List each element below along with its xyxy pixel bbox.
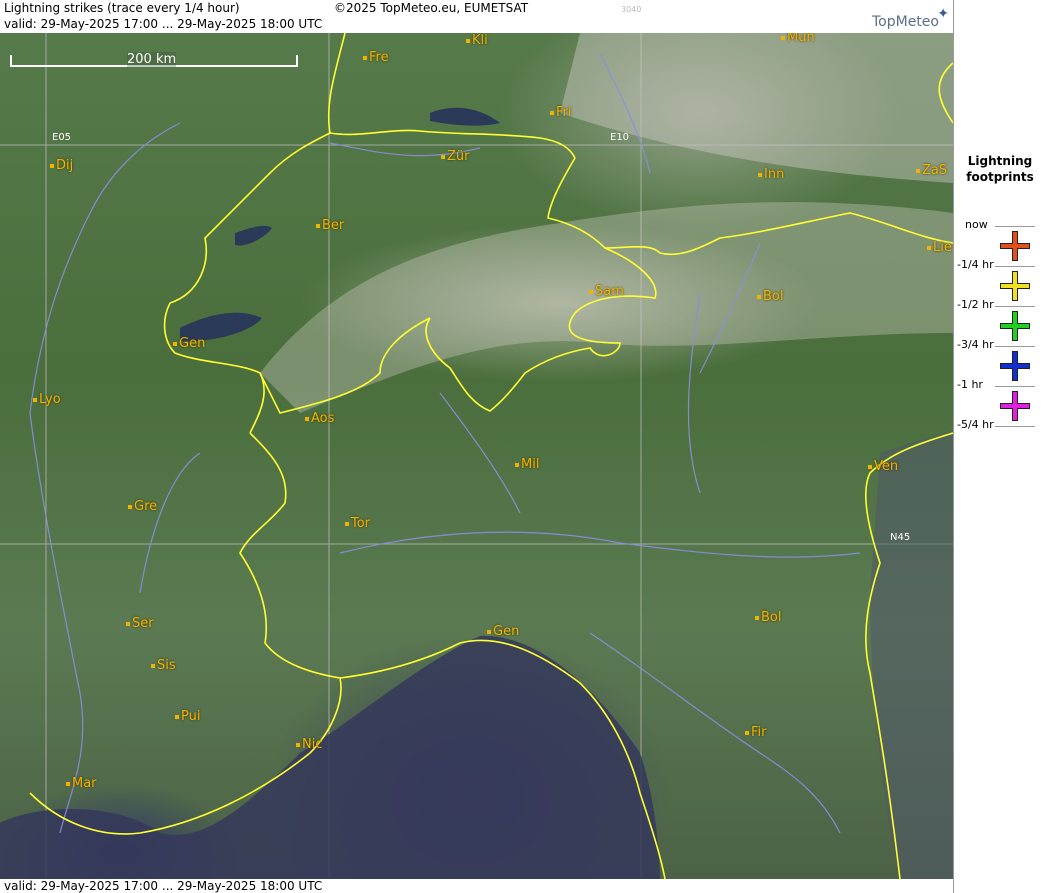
city-label[interactable]: Sis xyxy=(151,658,176,673)
city-label[interactable]: Mar xyxy=(66,776,97,791)
city-marker-icon xyxy=(128,504,132,509)
city-label[interactable]: Gen xyxy=(487,624,519,639)
lightning-cross-icon xyxy=(1000,351,1030,381)
city-marker-icon xyxy=(745,730,749,735)
legend-separator xyxy=(995,306,1035,307)
city-marker-icon xyxy=(126,621,130,626)
city-label[interactable]: Lie xyxy=(927,240,952,255)
cloud-band xyxy=(260,202,953,413)
legend-label-now: now xyxy=(965,218,988,231)
city-label[interactable]: Aos xyxy=(305,411,334,426)
legend-label: -3/4 hr xyxy=(957,338,994,351)
city-label[interactable]: Mil xyxy=(515,457,539,472)
city-marker-icon xyxy=(758,172,762,177)
city-label[interactable]: Gre xyxy=(128,499,157,514)
city-label[interactable]: Inn xyxy=(758,167,784,182)
city-marker-icon xyxy=(781,35,785,40)
city-marker-icon xyxy=(927,245,931,250)
city-marker-icon xyxy=(66,781,70,786)
grid-label-n45: N45 xyxy=(890,532,911,543)
city-label[interactable]: Nic xyxy=(296,737,322,752)
city-label[interactable]: Gen xyxy=(173,336,205,351)
image-code: 3040 xyxy=(621,5,642,14)
copyright: ©2025 TopMeteo.eu, EUMETSAT xyxy=(334,1,529,15)
footer-valid-time: valid: 29-May-2025 17:00 ... 29-May-2025… xyxy=(4,879,323,893)
grid-label-e10: E10 xyxy=(610,132,630,143)
city-label[interactable]: Dij xyxy=(50,158,73,173)
lightning-cross-icon xyxy=(1000,231,1030,261)
legend-separator xyxy=(995,266,1035,267)
map-footer: valid: 29-May-2025 17:00 ... 29-May-2025… xyxy=(0,879,953,893)
city-marker-icon xyxy=(757,294,761,299)
map-header: Lightning strikes (trace every 1/4 hour)… xyxy=(0,0,953,33)
valid-time: valid: 29-May-2025 17:00 ... 29-May-2025… xyxy=(4,17,323,31)
legend-separator xyxy=(995,426,1035,427)
city-label[interactable]: Lyo xyxy=(33,392,61,407)
city-label[interactable]: Fir xyxy=(745,725,767,740)
city-marker-icon xyxy=(305,416,309,421)
legend-separator xyxy=(995,386,1035,387)
city-label[interactable]: Fri xyxy=(550,105,572,120)
city-label[interactable]: Ser xyxy=(126,616,154,631)
legend-label: -1 hr xyxy=(957,378,983,391)
city-marker-icon xyxy=(296,742,300,747)
legend-label: -1/4 hr xyxy=(957,258,994,271)
city-label[interactable]: Pui xyxy=(175,709,200,724)
lightning-cross-icon xyxy=(1000,311,1030,341)
legend-label: -1/2 hr xyxy=(957,298,994,311)
map-overlay xyxy=(0,33,953,879)
city-marker-icon xyxy=(589,289,593,294)
lightning-legend: Lightning footprints now -1/4 hr -1/2 hr -… xyxy=(953,0,1045,893)
satellite-map[interactable]: 200 km E05 E10 N45 Kli Mun Fre Fri Zür D… xyxy=(0,33,953,879)
legend-title: Lightning footprints xyxy=(966,154,1034,184)
city-label[interactable]: ZaS xyxy=(916,163,947,178)
city-label[interactable]: Mun xyxy=(781,33,815,45)
city-label[interactable]: Tor xyxy=(345,516,370,531)
city-label[interactable]: Zür xyxy=(441,149,470,164)
city-label[interactable]: Kli xyxy=(466,33,488,48)
city-marker-icon xyxy=(441,154,445,159)
map-title: Lightning strikes (trace every 1/4 hour) xyxy=(4,1,240,15)
city-marker-icon xyxy=(50,163,54,168)
city-marker-icon xyxy=(175,714,179,719)
city-label[interactable]: Bol xyxy=(755,610,781,625)
city-label[interactable]: Ven xyxy=(868,459,898,474)
sea-area xyxy=(0,635,660,879)
city-marker-icon xyxy=(755,615,759,620)
city-marker-icon xyxy=(550,110,554,115)
city-marker-icon xyxy=(345,521,349,526)
city-marker-icon xyxy=(151,663,155,668)
compass-star-icon: ✦ xyxy=(937,6,949,22)
city-label[interactable]: Fre xyxy=(363,50,389,65)
city-marker-icon xyxy=(33,397,37,402)
city-label[interactable]: Sam xyxy=(589,284,624,299)
scale-label: 200 km xyxy=(127,52,177,67)
lightning-cross-icon xyxy=(1000,271,1030,301)
city-marker-icon xyxy=(916,168,920,173)
lightning-cross-icon xyxy=(1000,391,1030,421)
brand-logo: TopMeteo xyxy=(872,14,939,30)
city-marker-icon xyxy=(363,55,367,60)
city-marker-icon xyxy=(868,464,872,469)
legend-separator xyxy=(995,346,1035,347)
city-label[interactable]: Bol xyxy=(757,289,783,304)
legend-label: -5/4 hr xyxy=(957,418,994,431)
city-label[interactable]: Ber xyxy=(316,218,344,233)
city-marker-icon xyxy=(515,462,519,467)
city-marker-icon xyxy=(173,341,177,346)
grid-label-e05: E05 xyxy=(52,132,72,143)
city-marker-icon xyxy=(316,223,320,228)
city-marker-icon xyxy=(487,629,491,634)
city-marker-icon xyxy=(466,38,470,43)
